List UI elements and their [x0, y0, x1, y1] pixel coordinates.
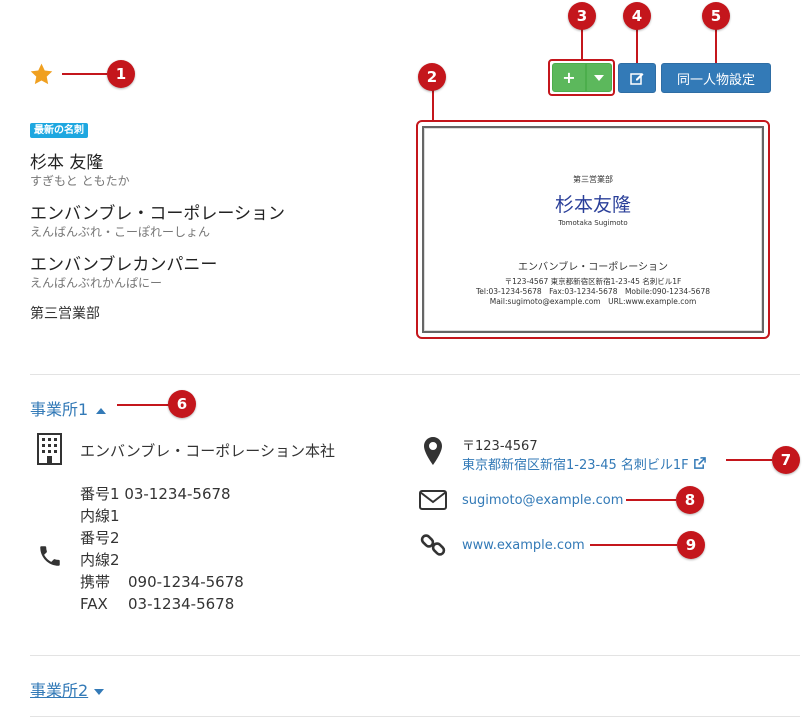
add-button[interactable]: + [552, 63, 586, 92]
card-company: エンバンブレ・コーポレーション [518, 262, 668, 273]
add-dropdown-button[interactable] [586, 63, 612, 92]
caret-down-icon [94, 688, 105, 695]
callout-line-7 [726, 459, 772, 461]
office1-address-link[interactable]: 東京都新宿区新宿1-23-45 名刺ビル1F [462, 454, 706, 473]
callout-line-3 [581, 28, 583, 59]
callout-9: 9 [677, 531, 705, 559]
address-text: 東京都新宿区新宿1-23-45 名刺ビル1F [462, 458, 689, 473]
envelope-icon [419, 490, 447, 514]
person-name: 杉本 友隆 [30, 153, 104, 173]
divider [30, 716, 800, 717]
phone-row-2: 内線1 [80, 505, 244, 527]
phone-icon [37, 543, 63, 573]
same-person-button[interactable]: 同一人物設定 [661, 63, 771, 93]
favorite-star-icon[interactable] [29, 62, 54, 87]
card-department: 第三営業部 [573, 175, 613, 184]
callout-7: 7 [772, 446, 800, 474]
latest-card-badge: 最新の名刺 [30, 123, 88, 138]
callout-line-1 [62, 73, 107, 75]
phone-label: 内線1 [80, 507, 120, 525]
building-icon [37, 433, 62, 469]
phone-label: 番号1 [80, 485, 120, 503]
phone-row-3: 番号2 [80, 527, 244, 549]
company-name-kana: えんばんぶれ・こーぽれーしょん [30, 225, 211, 239]
callout-line-9 [590, 544, 677, 546]
office1-url-link[interactable]: www.example.com [462, 538, 585, 553]
callout-5: 5 [702, 2, 730, 30]
divider [30, 655, 800, 656]
callout-4: 4 [623, 2, 651, 30]
office2-title-text: 事業所2 [30, 681, 89, 700]
callout-line-6 [117, 404, 169, 406]
callout-6: 6 [168, 390, 196, 418]
callout-line-8 [626, 499, 676, 501]
office1-title[interactable]: 事業所1 [30, 396, 107, 420]
company2-name-kana: えんばんぶれかんぱにー [30, 276, 163, 290]
plus-icon: + [562, 68, 576, 87]
card-mail-url: Mail:sugimoto@example.com URL:www.exampl… [489, 297, 697, 306]
phone-row-1: 番号1 03-1234-5678 [80, 483, 244, 505]
business-card-image[interactable]: 第三営業部 杉本友隆 Tomotaka Sugimoto エンバンブレ・コーポレ… [422, 126, 764, 333]
callout-2: 2 [418, 63, 446, 91]
callout-line-2 [432, 88, 434, 121]
phone-row-6: FAX 03-1234-5678 [80, 593, 244, 615]
office2-title[interactable]: 事業所2 [30, 677, 105, 701]
phone-value: 090-1234-5678 [128, 573, 244, 591]
caret-up-icon [96, 407, 107, 414]
person-name-kana: すぎもと ともたか [30, 174, 130, 188]
office1-phone-list: 番号1 03-1234-5678 内線1 番号2 内線2 携帯 090-1234-… [80, 483, 244, 615]
phone-label: 携帯 [80, 573, 111, 591]
divider [30, 374, 800, 375]
phone-label: 番号2 [80, 529, 120, 547]
company-name: エンバンブレ・コーポレーション [30, 204, 285, 224]
map-pin-icon [424, 437, 442, 469]
phone-label: FAX [80, 595, 108, 613]
callout-3: 3 [568, 2, 596, 30]
link-icon [420, 532, 446, 562]
card-name: 杉本友隆 [554, 194, 631, 216]
phone-row-5: 携帯 090-1234-5678 [80, 571, 244, 593]
phone-value: 03-1234-5678 [128, 595, 235, 613]
external-link-icon [693, 457, 706, 469]
department: 第三営業部 [30, 306, 100, 322]
callout-8: 8 [676, 486, 704, 514]
phone-row-4: 内線2 [80, 549, 244, 571]
office1-email-link[interactable]: sugimoto@example.com [462, 493, 623, 508]
callout-line-5 [715, 28, 717, 63]
office1-name: エンバンブレ・コーポレーション本社 [80, 442, 336, 460]
card-name-roman: Tomotaka Sugimoto [558, 219, 628, 227]
phone-label: 内線2 [80, 551, 120, 569]
company2-name: エンバンブレカンパニー [30, 255, 218, 275]
edit-icon [630, 73, 644, 85]
phone-value: 03-1234-5678 [124, 485, 231, 503]
edit-button[interactable] [618, 63, 656, 93]
callout-line-4 [636, 28, 638, 63]
caret-down-icon [594, 74, 604, 81]
office1-title-text: 事業所1 [30, 400, 89, 419]
office1-postal: 〒123-4567 [462, 439, 538, 454]
callout-1: 1 [107, 60, 135, 88]
